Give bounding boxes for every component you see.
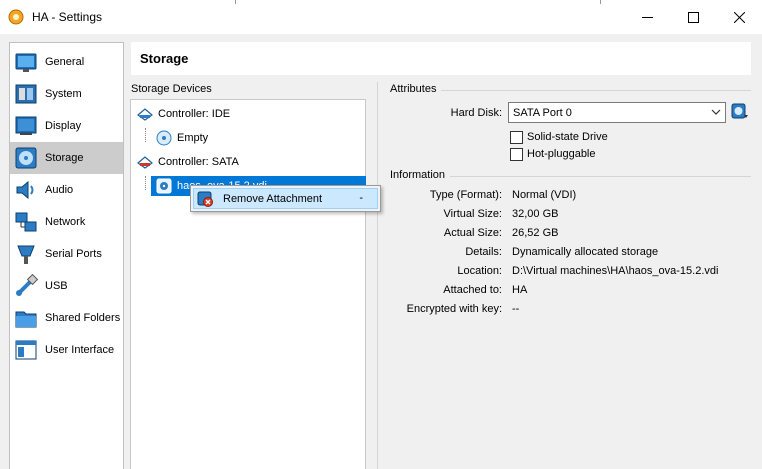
remove-attachment-icon: [197, 191, 213, 207]
attributes-label: Attributes: [390, 83, 437, 95]
information-divider: [450, 176, 751, 177]
audio-icon: [16, 180, 34, 200]
display-icon: [15, 116, 37, 135]
page-title: Storage: [131, 42, 751, 75]
nav-item-audio[interactable]: Audio: [10, 174, 123, 206]
window-title: HA - Settings: [32, 10, 103, 24]
nav-label: System: [45, 88, 82, 100]
chevron-down-icon: [711, 109, 721, 115]
info-value-type: Normal (VDI): [512, 189, 577, 201]
usb-icon: [16, 274, 38, 296]
nav-item-shared-folders[interactable]: Shared Folders: [10, 302, 123, 334]
tree-item-empty-optical[interactable]: Empty: [156, 128, 208, 148]
solid-state-label: Solid-state Drive: [527, 131, 608, 143]
nav-item-user-interface[interactable]: User Interface: [10, 334, 123, 366]
settings-nav: General System Display Storage Audio Net…: [9, 42, 124, 469]
info-label-location: Location:: [457, 265, 502, 277]
nav-label: Network: [45, 216, 86, 228]
background-window-edge-2: [600, 0, 601, 4]
info-value-virtual-size: 32,00 GB: [512, 208, 559, 220]
solid-state-checkbox[interactable]: [510, 131, 523, 144]
choose-disk-icon[interactable]: [731, 103, 749, 121]
info-value-attached-to: HA: [512, 284, 528, 296]
nav-label: User Interface: [45, 344, 115, 356]
tree-label: Controller: SATA: [158, 156, 239, 168]
info-value-actual-size: 26,52 GB: [512, 227, 559, 239]
nav-label: General: [45, 56, 85, 68]
title-bar: HA - Settings: [0, 0, 762, 34]
maximize-button[interactable]: [670, 0, 716, 34]
panel-splitter[interactable]: [377, 82, 378, 469]
info-label-details: Details:: [465, 246, 502, 258]
menu-item-remove-attachment[interactable]: Remove Attachment -: [193, 188, 378, 209]
storage-devices-label: Storage Devices: [131, 83, 212, 95]
background-window-edge: [235, 0, 236, 4]
virtualbox-app-icon: [8, 9, 24, 25]
hard-disk-icon: [156, 178, 172, 194]
nav-label: Display: [45, 120, 82, 132]
nav-item-serial-ports[interactable]: Serial Ports: [10, 238, 123, 270]
info-label-virtual-size: Virtual Size:: [443, 208, 503, 220]
nav-item-usb[interactable]: USB: [10, 270, 123, 302]
tree-label: Empty: [177, 132, 209, 144]
info-label-attached-to: Attached to:: [443, 284, 502, 296]
nav-label: Shared Folders: [45, 312, 121, 324]
info-label-actual-size: Actual Size:: [443, 227, 502, 239]
storage-icon: [15, 147, 37, 169]
information-label: Information: [390, 169, 446, 181]
tree-label: Controller: IDE: [158, 108, 231, 120]
sata-controller-icon: [137, 156, 153, 169]
attributes-divider: [441, 90, 751, 91]
tree-controller-ide[interactable]: Controller: IDE: [137, 104, 230, 124]
maximize-icon: [687, 11, 699, 23]
nav-label: USB: [45, 280, 68, 292]
hard-disk-label: Hard Disk:: [450, 107, 502, 119]
nav-label: Serial Ports: [45, 248, 102, 260]
optical-disc-icon: [156, 130, 172, 146]
storage-tree: Controller: IDE Empty Controller: SATA h…: [130, 99, 366, 469]
minimize-icon: [641, 16, 653, 18]
network-icon: [15, 212, 37, 232]
minimize-button[interactable]: [624, 0, 670, 34]
info-value-encrypted: --: [512, 303, 520, 315]
context-menu: Remove Attachment -: [190, 185, 381, 212]
nav-item-storage[interactable]: Storage: [10, 142, 123, 174]
window-controls: [624, 0, 762, 34]
nav-label: Audio: [45, 184, 74, 196]
serial-ports-icon: [17, 245, 35, 264]
shared-folders-icon: [15, 311, 37, 328]
nav-item-display[interactable]: Display: [10, 110, 123, 142]
close-icon: [733, 11, 745, 23]
hard-disk-select-value: SATA Port 0: [513, 106, 572, 119]
tree-connector: [145, 176, 146, 190]
hot-pluggable-checkbox[interactable]: [510, 148, 523, 161]
nav-item-network[interactable]: Network: [10, 206, 123, 238]
nav-item-system[interactable]: System: [10, 78, 123, 110]
tree-connector: [145, 128, 146, 142]
info-value-details: Dynamically allocated storage: [512, 246, 659, 258]
ide-controller-icon: [137, 108, 153, 121]
menu-item-shortcut: -: [359, 192, 363, 204]
system-icon: [15, 84, 37, 104]
hard-disk-select[interactable]: SATA Port 0: [508, 102, 726, 123]
tree-controller-sata[interactable]: Controller: SATA: [137, 152, 239, 172]
general-icon: [15, 53, 37, 72]
hot-pluggable-label: Hot-pluggable: [527, 148, 596, 160]
nav-label: Storage: [45, 152, 84, 164]
user-interface-icon: [15, 340, 37, 360]
close-button[interactable]: [716, 0, 762, 34]
info-label-type: Type (Format):: [429, 189, 502, 201]
info-value-location: D:\Virtual machines\HA\haos_ova-15.2.vdi: [512, 265, 719, 277]
menu-item-label: Remove Attachment: [223, 192, 323, 205]
info-label-encrypted: Encrypted with key:: [406, 303, 502, 315]
nav-item-general[interactable]: General: [10, 46, 123, 78]
